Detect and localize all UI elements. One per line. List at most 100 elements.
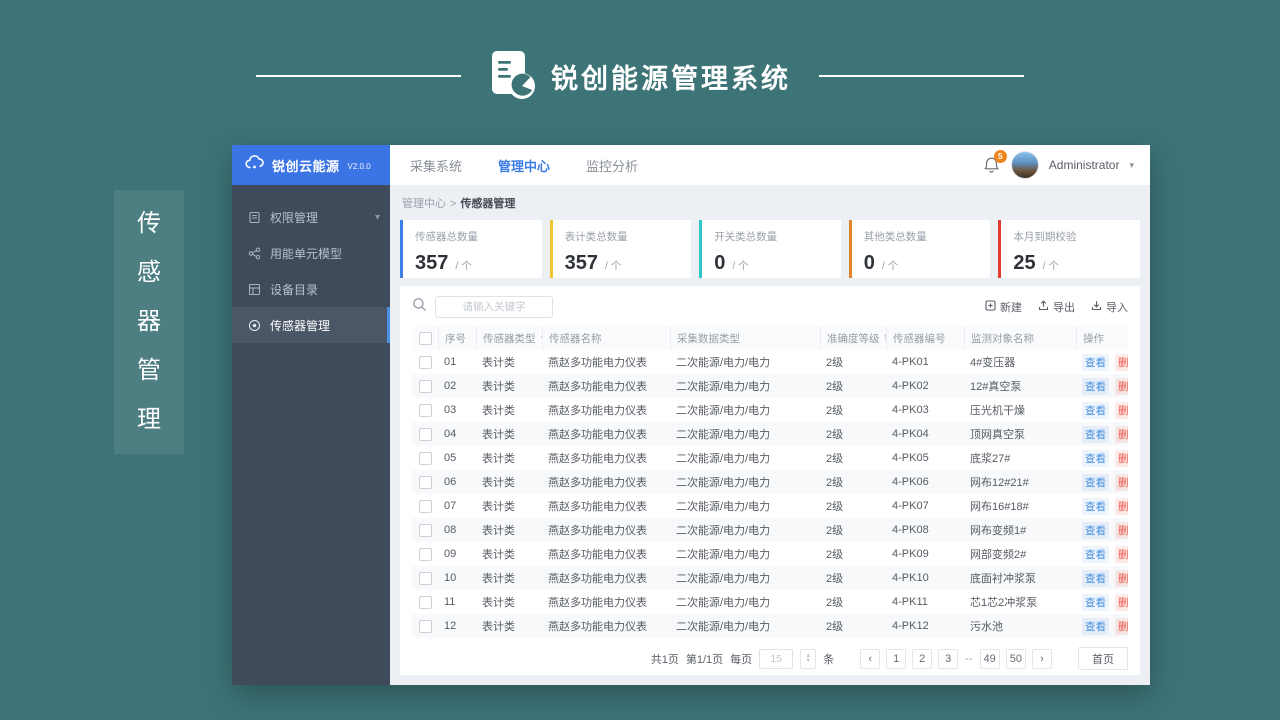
cell-data-type: 二次能源/电力/电力 <box>676 549 771 561</box>
notification-bell-icon[interactable]: 5 <box>983 150 1007 174</box>
app-logo-icon <box>489 48 535 105</box>
stat-cards-row: 传感器总数量 357/ 个 表计类总数量 357/ 个 开关类总数量 0/ 个 … <box>400 220 1140 278</box>
cell-accuracy-level: 2级 <box>826 501 844 513</box>
stat-label: 其他类总数量 <box>863 231 927 243</box>
cell-sensor-name: 燕赵多功能电力仪表 <box>548 597 647 609</box>
view-link[interactable]: 查看 <box>1082 401 1109 419</box>
page-button-1[interactable]: 1 <box>886 648 907 669</box>
select-all-checkbox[interactable] <box>418 331 432 345</box>
row-checkbox[interactable] <box>418 355 432 369</box>
row-checkbox[interactable] <box>418 547 432 561</box>
search-input[interactable] <box>435 296 553 318</box>
cell-monitor-target: 4#变压器 <box>970 357 1016 369</box>
view-link[interactable]: 查看 <box>1082 521 1109 539</box>
user-caret-down-icon[interactable]: ▾ <box>1129 160 1134 171</box>
view-link[interactable]: 查看 <box>1082 377 1109 395</box>
table-body: 01 表计类 燕赵多功能电力仪表 二次能源/电力/电力 2级 4-PK01 4#变压器 查看删… <box>412 350 1128 638</box>
cell-sensor-code: 4-PK06 <box>892 476 929 488</box>
share-nodes-icon <box>248 247 261 260</box>
delete-link[interactable]: 删除 <box>1115 497 1128 515</box>
sidebar-item-permission[interactable]: 权限管理 ▾ <box>232 199 390 235</box>
cell-data-type: 二次能源/电力/电力 <box>676 621 771 633</box>
chevron-down-icon: ▾ <box>374 211 380 223</box>
page-button-3[interactable]: 3 <box>938 648 959 669</box>
page-button-2[interactable]: 2 <box>912 648 933 669</box>
stat-value: 0 <box>863 252 875 274</box>
delete-link[interactable]: 删除 <box>1115 353 1128 371</box>
sidebar-item-sensor-management[interactable]: 传感器管理 <box>232 307 390 343</box>
row-checkbox[interactable] <box>418 499 432 513</box>
view-link[interactable]: 查看 <box>1082 617 1109 635</box>
search-icon <box>412 297 427 317</box>
delete-link[interactable]: 删除 <box>1115 569 1128 587</box>
table-toolbar: 新建 导出 导入 <box>412 296 1128 318</box>
row-checkbox[interactable] <box>418 523 432 537</box>
view-link[interactable]: 查看 <box>1082 449 1109 467</box>
row-checkbox[interactable] <box>418 403 432 417</box>
page-size-stepper[interactable]: ▲ ▼ <box>800 648 817 669</box>
cell-sensor-type: 表计类 <box>482 453 515 465</box>
delete-link[interactable]: 删除 <box>1115 545 1128 563</box>
import-button[interactable]: 导入 <box>1091 299 1128 315</box>
unit-label: 条 <box>823 653 835 666</box>
view-link[interactable]: 查看 <box>1082 569 1109 587</box>
avatar[interactable] <box>1010 151 1039 179</box>
breadcrumb-parent[interactable]: 管理中心 <box>402 198 446 210</box>
cell-no: 08 <box>444 524 457 536</box>
page-button-49[interactable]: 49 <box>979 648 1000 669</box>
tab-management-center[interactable]: 管理中心 <box>498 156 550 175</box>
tab-monitor-analysis[interactable]: 监控分析 <box>586 156 638 175</box>
prev-page-button[interactable]: ‹ <box>860 648 881 669</box>
sidebar-logo: 锐创云能源 V2.0.0 <box>232 145 390 185</box>
row-checkbox[interactable] <box>418 475 432 489</box>
sidebar-item-energy-unit-model[interactable]: 用能单元模型 <box>232 235 390 271</box>
cell-no: 02 <box>444 380 457 392</box>
export-button[interactable]: 导出 <box>1038 299 1075 315</box>
view-link[interactable]: 查看 <box>1082 497 1109 515</box>
stat-label: 表计类总数量 <box>564 231 628 243</box>
new-button[interactable]: 新建 <box>985 299 1022 315</box>
vertical-label-char: 器 <box>137 307 161 335</box>
cell-accuracy-level: 2级 <box>826 453 844 465</box>
row-checkbox[interactable] <box>418 379 432 393</box>
stat-unit: / 个 <box>732 260 749 272</box>
delete-link[interactable]: 删除 <box>1115 521 1128 539</box>
cell-no: 05 <box>444 452 457 464</box>
next-page-button[interactable]: › <box>1032 648 1052 669</box>
cell-no: 01 <box>444 356 457 368</box>
delete-link[interactable]: 删除 <box>1115 449 1128 467</box>
cell-sensor-type: 表计类 <box>482 573 515 585</box>
new-file-icon <box>985 300 996 314</box>
tab-collect-system[interactable]: 采集系统 <box>410 156 462 175</box>
delete-link[interactable]: 删除 <box>1115 377 1128 395</box>
page-size-input[interactable] <box>759 648 794 669</box>
row-checkbox[interactable] <box>418 571 432 585</box>
cell-no: 04 <box>444 428 457 440</box>
row-checkbox[interactable] <box>418 451 432 465</box>
row-checkbox[interactable] <box>418 595 432 609</box>
view-link[interactable]: 查看 <box>1082 425 1109 443</box>
delete-link[interactable]: 删除 <box>1115 593 1128 611</box>
app-window: 锐创云能源 V2.0.0 权限管理 ▾ 用能单元模型 设备目录 传感器管理 采集… <box>232 145 1150 685</box>
notification-badge: 5 <box>993 150 1007 163</box>
table-row: 03 表计类 燕赵多功能电力仪表 二次能源/电力/电力 2级 4-PK03 压光机干燥 查看删… <box>412 398 1128 422</box>
delete-link[interactable]: 删除 <box>1115 401 1128 419</box>
sidebar-item-device-catalog[interactable]: 设备目录 <box>232 271 390 307</box>
cell-sensor-code: 4-PK07 <box>892 500 929 512</box>
delete-link[interactable]: 删除 <box>1115 473 1128 491</box>
cell-monitor-target: 网布16#18# <box>970 501 1029 513</box>
cell-sensor-code: 4-PK11 <box>892 596 928 608</box>
delete-link[interactable]: 删除 <box>1115 617 1128 635</box>
delete-link[interactable]: 删除 <box>1115 425 1128 443</box>
table-panel: 新建 导出 导入 <box>400 286 1140 675</box>
view-link[interactable]: 查看 <box>1082 593 1109 611</box>
page-button-50[interactable]: 50 <box>1005 648 1026 669</box>
view-link[interactable]: 查看 <box>1082 545 1109 563</box>
view-link[interactable]: 查看 <box>1082 353 1109 371</box>
user-name[interactable]: Administrator <box>1049 158 1120 172</box>
home-page-button[interactable]: 首页 <box>1078 647 1128 670</box>
row-checkbox[interactable] <box>418 619 432 633</box>
row-checkbox[interactable] <box>418 427 432 441</box>
cell-no: 12 <box>444 620 457 632</box>
view-link[interactable]: 查看 <box>1082 473 1109 491</box>
